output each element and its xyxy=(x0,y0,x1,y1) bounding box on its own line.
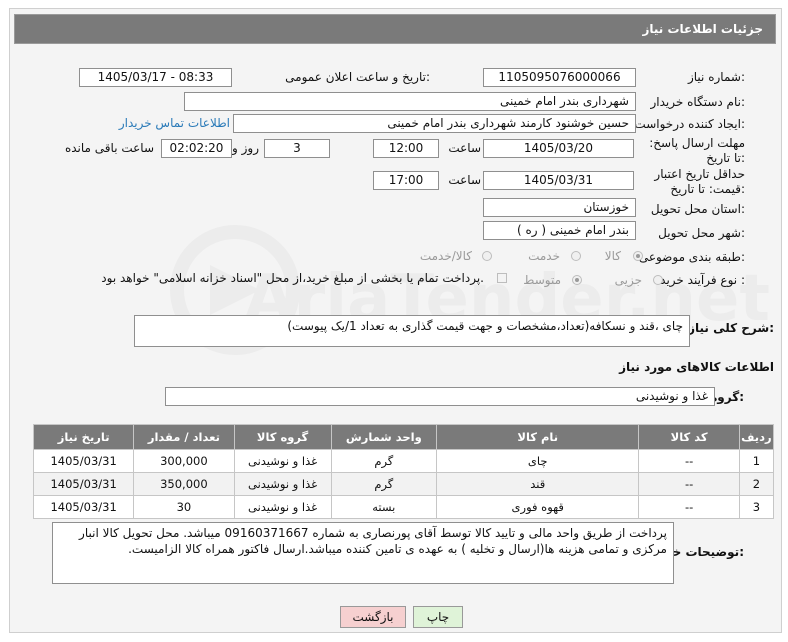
goods-group-field: غذا و نوشیدنی xyxy=(165,387,715,406)
city-field: بندر امام خمینی ( ره ) xyxy=(483,221,636,240)
cell-unit: بسته xyxy=(330,495,437,519)
validity-time-label: ساعت xyxy=(448,173,481,187)
buyer-label: نام دستگاه خریدار: xyxy=(650,95,746,109)
remaining-label: ساعت باقی مانده xyxy=(64,141,154,155)
cell-item-code: -- xyxy=(638,449,740,473)
table-header-row: ردیف کد کالا نام کالا واحد شمارش گروه کا… xyxy=(32,424,775,450)
cell-need-date: 1405/03/31 xyxy=(32,472,135,496)
cell-need-date: 1405/03/31 xyxy=(32,495,135,519)
cell-item-name: چای xyxy=(435,449,640,473)
cell-row-number: 3 xyxy=(738,495,775,519)
cell-item-name: قند xyxy=(435,472,640,496)
cell-item-code: -- xyxy=(638,472,740,496)
col-row-number: ردیف xyxy=(738,424,775,450)
contact-info-link[interactable]: اطلاعات تماس خریدار xyxy=(119,116,230,130)
cell-item-code: -- xyxy=(638,495,740,519)
category-option-goods-service: کالا/خدمت xyxy=(419,249,472,263)
process-radio-minor[interactable] xyxy=(653,275,663,285)
back-button[interactable]: بازگشت xyxy=(340,606,406,628)
table-row: 1 -- چای گرم غذا و نوشیدنی 300,000 1405/… xyxy=(32,449,775,473)
cell-quantity: 350,000 xyxy=(133,472,235,496)
need-number-field: 1105095076000066 xyxy=(483,68,636,87)
need-number-label: شماره نیاز: xyxy=(687,70,745,84)
cell-need-date: 1405/03/31 xyxy=(32,449,135,473)
process-radio-medium[interactable] xyxy=(572,275,582,285)
cell-goods-group: غذا و نوشیدنی xyxy=(233,495,332,519)
category-option-service: خدمت xyxy=(528,249,560,263)
cell-goods-group: غذا و نوشیدنی xyxy=(233,449,332,473)
cell-quantity: 300,000 xyxy=(133,449,235,473)
province-field: خوزستان xyxy=(483,198,636,217)
treasury-checkbox[interactable] xyxy=(497,273,507,283)
province-label: استان محل تحویل: xyxy=(650,202,745,216)
buyer-notes-field: پرداخت از طریق واحد مالی و تایید کالا تو… xyxy=(52,522,674,584)
city-label: شهر محل تحویل: xyxy=(658,226,745,240)
cell-unit: گرم xyxy=(330,472,437,496)
description-field: چای ،قند و نسکافه(تعداد،مشخصات و جهت قیم… xyxy=(134,315,690,347)
col-quantity: تعداد / مقدار xyxy=(133,424,235,450)
items-section-title: اطلاعات کالاهای مورد نیاز xyxy=(619,360,774,374)
deadline-date-field: 1405/03/20 xyxy=(483,139,634,158)
validity-label: حداقل تاریخ اعتبار قیمت: تا تاریخ: xyxy=(654,167,745,196)
category-radio-goods-service[interactable] xyxy=(482,251,492,261)
description-label: شرح کلی نیاز: xyxy=(688,321,774,335)
col-goods-group: گروه کالا xyxy=(233,424,332,450)
announce-field: 1405/03/17 - 08:33 xyxy=(79,68,232,87)
process-label: نوع فرآیند خرید : xyxy=(660,273,745,287)
table-row: 3 -- قهوه فوری بسته غذا و نوشیدنی 30 140… xyxy=(32,495,775,519)
col-item-code: کد کالا xyxy=(638,424,740,450)
deadline-time-field: 12:00 xyxy=(373,139,439,158)
cell-unit: گرم xyxy=(330,449,437,473)
page-header: جزئیات اطلاعات نیاز xyxy=(14,14,776,44)
cell-row-number: 1 xyxy=(738,449,775,473)
cell-row-number: 2 xyxy=(738,472,775,496)
page-title: جزئیات اطلاعات نیاز xyxy=(642,22,763,36)
cell-goods-group: غذا و نوشیدنی xyxy=(233,472,332,496)
remaining-time-field: 02:02:20 xyxy=(161,139,232,158)
process-option-medium: متوسط xyxy=(523,273,561,287)
buyer-field: شهرداری بندر امام خمینی xyxy=(184,92,636,111)
items-table: ردیف کد کالا نام کالا واحد شمارش گروه کا… xyxy=(32,424,775,519)
category-radio-goods[interactable] xyxy=(633,251,643,261)
category-option-goods: کالا xyxy=(604,249,621,263)
creator-field: حسین خوشنود کارمند شهرداری بندر امام خمی… xyxy=(233,114,636,133)
days-label: روز و xyxy=(232,141,259,155)
deadline-time-label: ساعت xyxy=(448,141,481,155)
category-radio-service[interactable] xyxy=(571,251,581,261)
col-unit: واحد شمارش xyxy=(330,424,437,450)
days-field: 3 xyxy=(264,139,330,158)
validity-date-field: 1405/03/31 xyxy=(483,171,634,190)
validity-time-field: 17:00 xyxy=(373,171,439,190)
col-item-name: نام کالا xyxy=(435,424,640,450)
col-need-date: تاریخ نیاز xyxy=(32,424,135,450)
deadline-label: مهلت ارسال پاسخ: تا تاریخ: xyxy=(649,136,745,165)
creator-label: ایجاد کننده درخواست: xyxy=(634,117,745,131)
category-label: طبقه بندی موضوعی: xyxy=(638,250,745,264)
cell-item-name: قهوه فوری xyxy=(435,495,640,519)
buyer-notes-text: پرداخت از طریق واحد مالی و تایید کالا تو… xyxy=(79,526,667,556)
treasury-note: پرداخت تمام یا بخشی از مبلغ خرید،از محل … xyxy=(101,271,484,285)
description-text: چای ،قند و نسکافه(تعداد،مشخصات و جهت قیم… xyxy=(287,319,683,333)
cell-quantity: 30 xyxy=(133,495,235,519)
table-row: 2 -- قند گرم غذا و نوشیدنی 350,000 1405/… xyxy=(32,472,775,496)
announce-label: تاریخ و ساعت اعلان عمومی: xyxy=(285,70,430,84)
process-option-minor: جزیی xyxy=(614,273,642,287)
print-button[interactable]: چاپ xyxy=(413,606,463,628)
